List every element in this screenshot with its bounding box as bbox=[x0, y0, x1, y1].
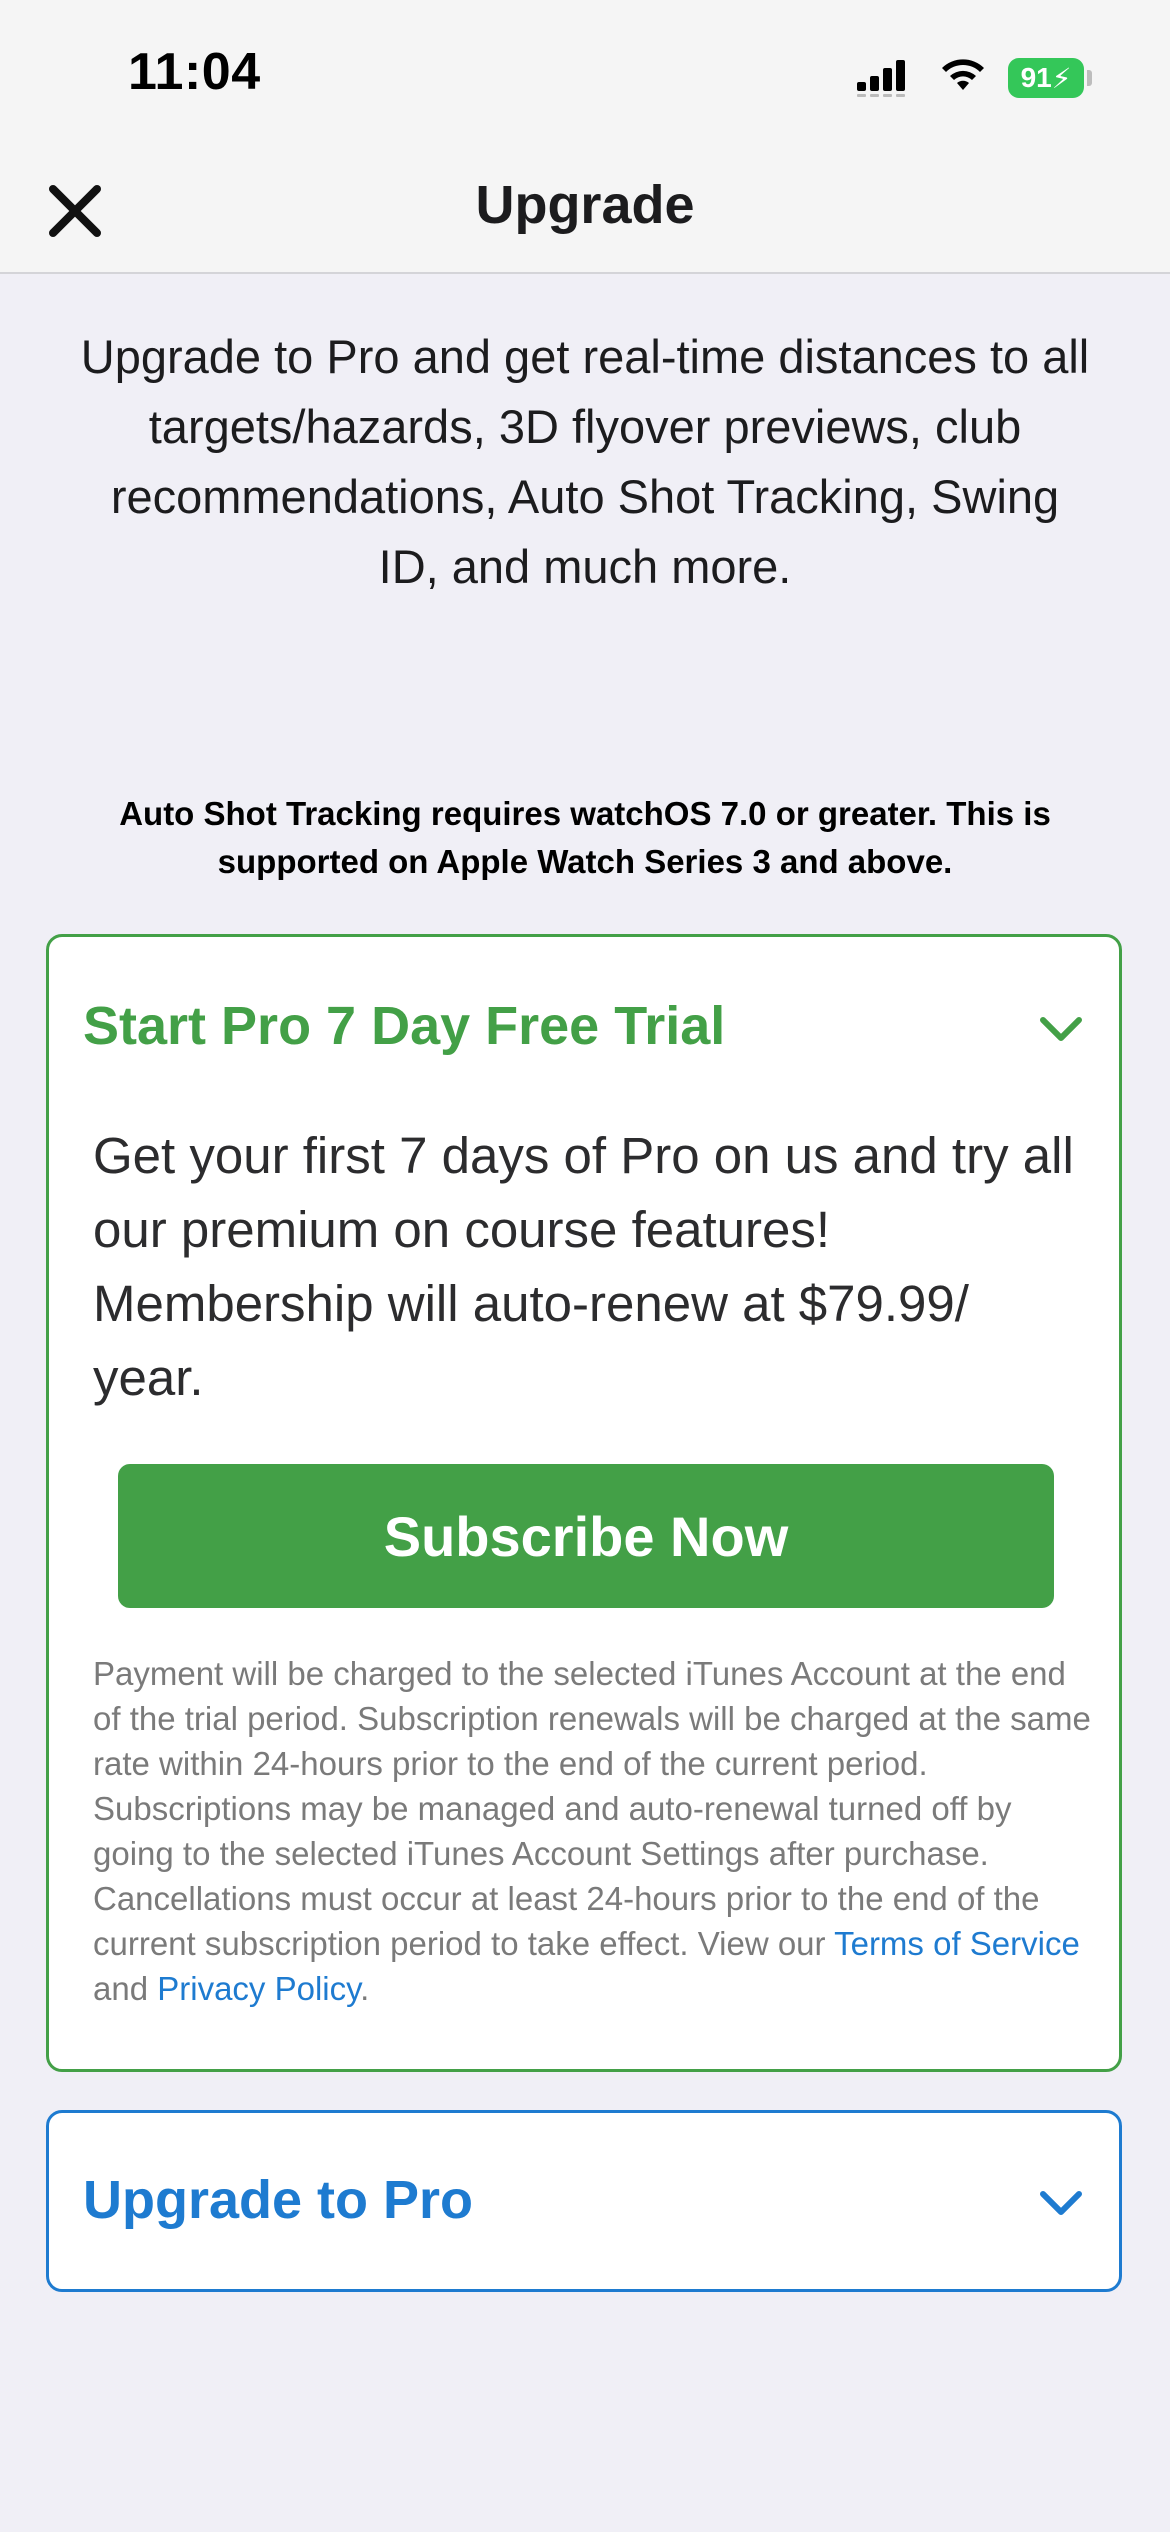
pro-card-title: Upgrade to Pro bbox=[83, 2170, 474, 2230]
privacy-policy-link[interactable]: Privacy Policy bbox=[157, 1970, 360, 2007]
requirement-note: Auto Shot Tracking requires watchOS 7.0 … bbox=[119, 795, 1051, 880]
battery-cap bbox=[1087, 70, 1092, 86]
intro-text: Upgrade to Pro and get real-time distanc… bbox=[80, 330, 1090, 593]
status-time: 11:04 bbox=[128, 43, 261, 101]
page-title: Upgrade bbox=[475, 175, 695, 235]
chevron-down-icon bbox=[1040, 2191, 1082, 2215]
legal-body: Payment will be charged to the selected … bbox=[93, 1655, 1091, 1962]
legal-and: and bbox=[93, 1970, 149, 2007]
subscribe-now-button[interactable]: Subscribe Now bbox=[118, 1464, 1054, 1608]
nav-bar: Upgrade bbox=[0, 150, 1170, 274]
legal-end: . bbox=[360, 1970, 370, 2007]
battery-level: 91 bbox=[1020, 62, 1052, 93]
wifi-icon bbox=[942, 59, 984, 90]
chevron-down-icon bbox=[1040, 1017, 1082, 1041]
pro-card: Upgrade to Pro bbox=[46, 2110, 1122, 2292]
trial-card-header[interactable]: Start Pro 7 Day Free Trial bbox=[83, 995, 1089, 1065]
trial-description: Get your first 7 days of Pro on us and t… bbox=[93, 1127, 1074, 1406]
legal-text: Payment will be charged to the selected … bbox=[93, 1651, 1093, 2011]
charging-icon: ⚡ bbox=[1051, 62, 1072, 94]
signal-icon bbox=[857, 60, 905, 97]
status-bar: 11:04 91 ⚡ bbox=[0, 0, 1170, 150]
terms-of-service-link[interactable]: Terms of Service bbox=[834, 1925, 1080, 1962]
trial-card-title: Start Pro 7 Day Free Trial bbox=[83, 996, 726, 1056]
trial-card: Start Pro 7 Day Free Trial Get your firs… bbox=[46, 934, 1122, 2072]
pro-card-header[interactable]: Upgrade to Pro bbox=[83, 2169, 1089, 2239]
battery-icon: 91 ⚡ bbox=[1008, 58, 1084, 98]
